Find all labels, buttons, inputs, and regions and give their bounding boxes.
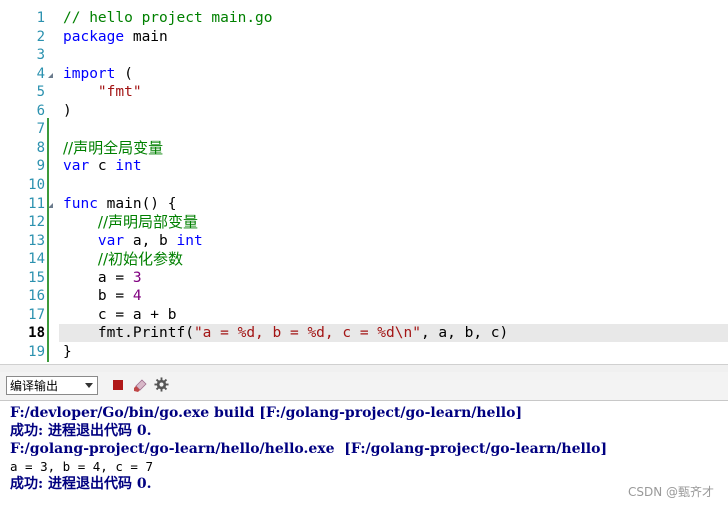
output-source-value: 编译输出 [10,379,59,393]
code-line[interactable]: a = 3 [59,269,728,287]
line-number: 9 [36,158,45,175]
code-line[interactable]: // hello project main.go [59,9,728,27]
code-token: //声明局部变量 [97,213,199,232]
code-line[interactable]: c = a + b [59,306,728,324]
code-token: package [63,28,125,45]
code-token: main [124,28,168,45]
code-line[interactable]: var c int [59,157,728,175]
line-number: 8 [36,139,45,156]
code-token: a = [63,269,133,286]
line-number: 15 [28,269,45,286]
line-number: 11 [28,195,45,212]
output-panel[interactable]: F:/devloper/Go/bin/go.exe build [F:/gola… [0,401,728,509]
code-line[interactable]: package main [59,28,728,46]
code-token: c = a + b [63,306,177,323]
code-token: 3 [132,269,142,286]
line-number-gutter: 1 2 3 4 5 6 7 8 9 10 11 12 13 14 15 16 17 18 19 [0,0,59,364]
line-number: 16 [28,288,45,305]
code-token: } [63,343,72,360]
gear-icon[interactable] [154,377,169,392]
change-marker-bar [47,118,49,362]
code-line[interactable] [59,46,728,64]
code-editor[interactable]: 1 2 3 4 5 6 7 8 9 10 11 12 13 14 15 16 17 18 19 // hello p… [0,0,728,364]
code-token: , a, b, c) [420,325,509,342]
line-number: 12 [28,214,45,231]
code-token: main() { [97,195,177,212]
line-number: 13 [28,232,45,249]
line-number: 3 [36,47,45,64]
code-token: import [63,65,116,82]
code-line[interactable]: } [59,343,728,361]
line-number: 18 [28,325,45,342]
code-token: fmt.Printf( [63,325,194,342]
code-line[interactable]: //初始化参数 [59,250,728,268]
code-line[interactable] [59,120,728,138]
chevron-down-icon [85,383,93,388]
code-token: //声明全局变量 [63,138,164,157]
code-token: b = [63,288,133,305]
code-line[interactable]: //声明全局变量 [59,139,728,157]
output-line-build-command: F:/devloper/Go/bin/go.exe build [F:/gola… [10,405,523,421]
code-token: "a = %d, b = %d, c = %d\n" [193,325,421,342]
line-number: 6 [36,102,45,119]
code-line[interactable]: "fmt" [59,83,728,101]
stop-icon[interactable] [111,378,125,392]
code-token: int [176,232,203,249]
code-token: ( [115,65,133,82]
watermark: CSDN @甄齐才 [627,485,714,499]
line-number: 4 [36,65,45,82]
code-line[interactable] [59,176,728,194]
line-number: 14 [28,251,45,268]
code-line[interactable]: ) [59,102,728,120]
code-line[interactable]: b = 4 [59,287,728,305]
code-token: 4 [132,288,142,305]
fold-toggle-icon[interactable] [48,72,53,78]
output-toolbar: 编译输出 [0,372,728,401]
code-token: // hello project main.go [63,10,273,26]
code-line[interactable]: var a, b int [59,232,728,250]
code-token: "fmt" [97,84,142,101]
code-line[interactable]: //声明局部变量 [59,213,728,231]
line-number: 7 [36,121,45,138]
line-number: 19 [28,343,45,360]
code-line[interactable]: fmt.Printf("a = %d, b = %d, c = %d\n", a… [59,324,728,343]
code-token: a, b [124,232,177,249]
clear-brush-icon[interactable] [133,378,147,392]
line-number: 17 [28,306,45,323]
code-token: c [89,158,116,175]
output-line-build-status: 成功: 进程退出代码 0. [10,423,152,439]
line-number: 5 [36,84,45,101]
output-line-run-status: 成功: 进程退出代码 0. [10,476,152,492]
code-token: int [115,158,142,175]
code-line[interactable]: func main() { [59,195,728,213]
output-source-select[interactable]: 编译输出 [6,376,98,395]
code-area[interactable]: // hello project main.go package main impo… [59,0,728,364]
code-token: ) [63,102,72,119]
line-number: 2 [36,28,45,45]
line-number: 1 [36,10,45,26]
line-number: 10 [28,176,45,193]
output-line-run-command: F:/golang-project/go-learn/hello/hello.e… [10,441,608,457]
code-token: //初始化参数 [97,250,184,269]
code-token: var [63,158,90,175]
code-line[interactable]: import ( [59,65,728,83]
code-token: var [97,232,125,249]
output-line-program-output: a = 3, b = 4, c = 7 [10,459,153,474]
code-token: func [63,195,98,212]
